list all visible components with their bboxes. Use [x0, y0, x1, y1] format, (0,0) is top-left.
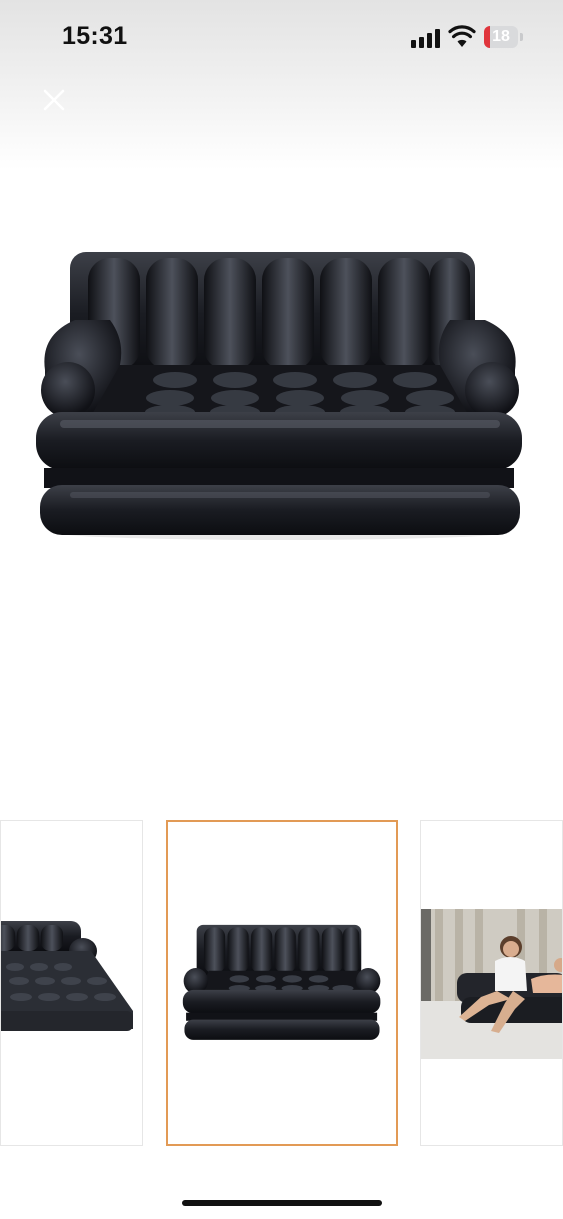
battery-icon: 18 — [484, 26, 518, 48]
thumbnail-image — [421, 909, 562, 1059]
cellular-signal-icon — [411, 28, 441, 48]
thumbnail-image — [1, 921, 133, 1031]
product-image-main — [36, 252, 522, 540]
status-time: 15:31 — [62, 22, 128, 50]
battery-percentage: 18 — [492, 28, 510, 45]
status-bar: 15:31 18 — [0, 0, 563, 76]
home-indicator[interactable] — [182, 1200, 382, 1206]
wifi-icon — [448, 25, 476, 47]
thumbnail-1[interactable] — [0, 820, 143, 1146]
thumbnail-3[interactable] — [420, 820, 563, 1146]
thumbnail-image — [182, 924, 381, 1040]
close-icon[interactable] — [36, 82, 72, 118]
thumbnail-2-selected[interactable] — [166, 820, 398, 1146]
battery-cap — [520, 33, 523, 41]
